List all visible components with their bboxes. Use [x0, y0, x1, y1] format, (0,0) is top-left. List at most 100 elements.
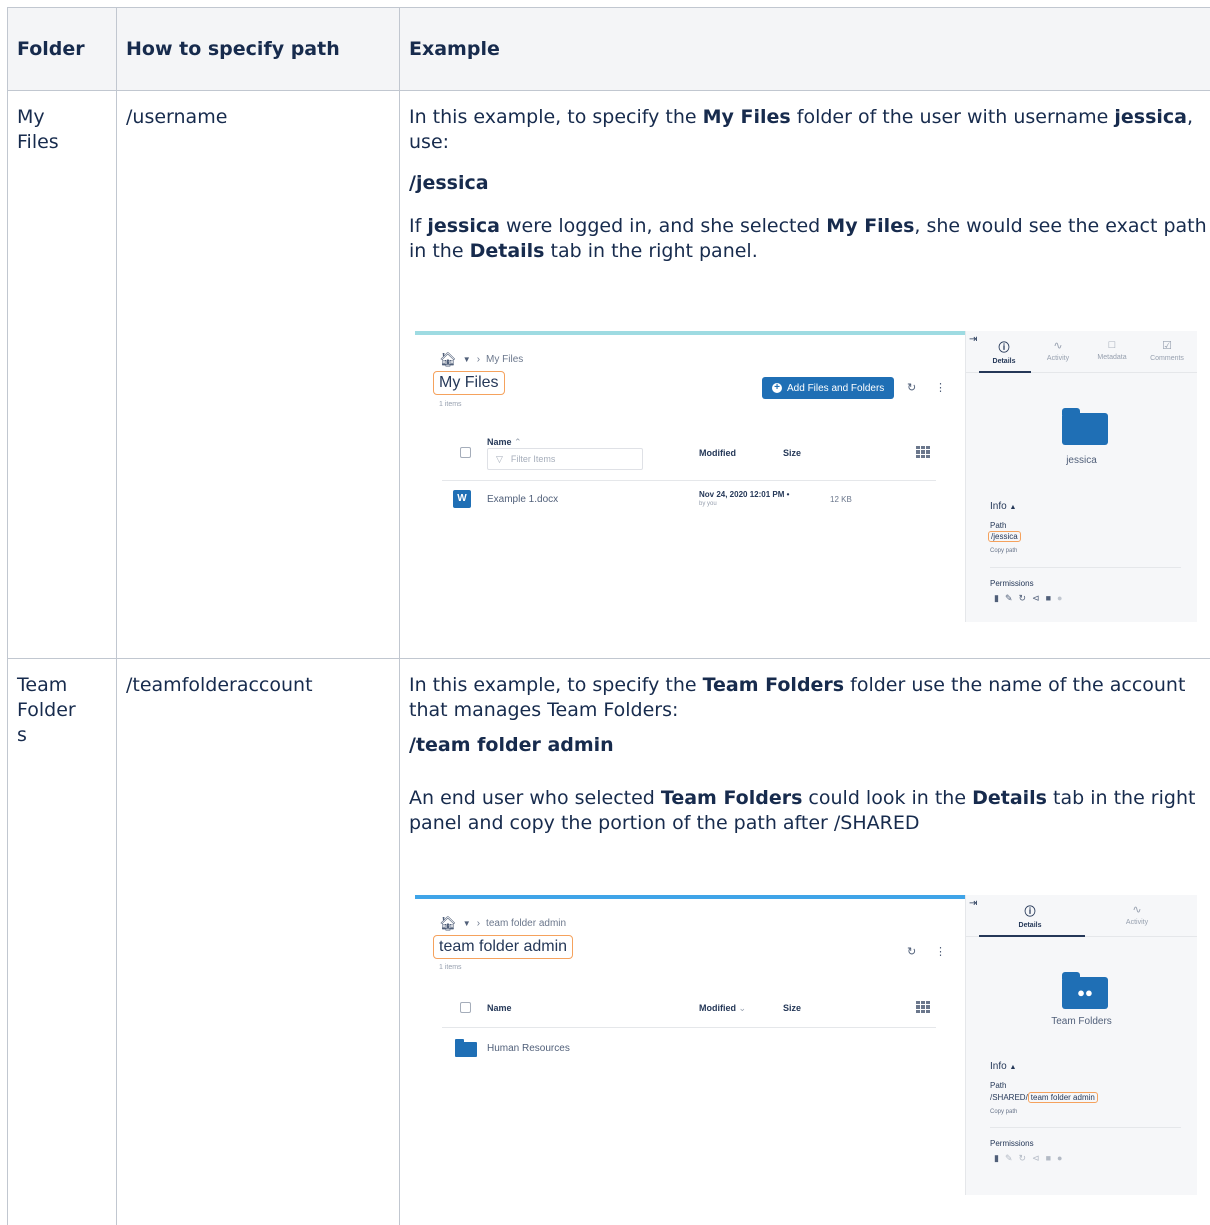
clipboard-icon: □: [1108, 339, 1116, 351]
active-tab-indicator: [979, 935, 1085, 937]
tab-metadata[interactable]: □ Metadata: [1086, 339, 1138, 361]
path-highlight: team folder admin: [1027, 1092, 1098, 1103]
sync-icon: ↻: [1018, 593, 1027, 603]
path-spec-cell: /teamfolderaccount: [116, 658, 400, 1225]
breadcrumb-item[interactable]: My Files: [486, 354, 523, 365]
delete-icon: ■: [1045, 593, 1052, 603]
more-icon[interactable]: ⋮: [935, 381, 946, 394]
grid-view-icon[interactable]: [916, 446, 930, 458]
info-section-toggle[interactable]: Info ▲: [990, 1061, 1016, 1072]
tab-details[interactable]: ⓘ Details: [1004, 903, 1056, 929]
breadcrumb: 🏠︎ ▼ › My Files: [439, 351, 523, 368]
item-name: Team Folders: [1051, 1016, 1112, 1027]
path-prefix: /SHARED/: [990, 1093, 1028, 1102]
folder-cell: Team Folder s: [7, 658, 117, 1225]
column-header-modified[interactable]: Modified ⌄: [699, 1003, 746, 1014]
column-header-name[interactable]: Name: [487, 1003, 512, 1013]
read-icon: ▮: [994, 1153, 999, 1163]
refresh-icon[interactable]: ↻: [907, 945, 916, 958]
page-title: team folder admin: [433, 935, 574, 959]
example-text: In this example, to specify the Team Fol…: [409, 674, 1186, 721]
grid-view-icon[interactable]: [916, 1001, 930, 1013]
team-folder-icon: ●●: [1062, 972, 1108, 1009]
add-files-button[interactable]: + Add Files and Folders: [762, 377, 895, 399]
word-file-icon: W: [453, 490, 471, 508]
info-section-toggle[interactable]: Info ▲: [990, 501, 1016, 512]
file-list-pane: 🏠︎ ▼ › team folder admin team folder adm…: [415, 895, 965, 1195]
edit-icon: ✎: [1004, 1153, 1013, 1163]
activity-icon: ∿: [1053, 340, 1063, 352]
chevron-right-icon: ›: [476, 918, 481, 929]
breadcrumb: 🏠︎ ▼ › team folder admin: [439, 915, 566, 932]
sync-icon: ↻: [1018, 1153, 1027, 1163]
folder-icon: [455, 1039, 477, 1057]
chevron-down-icon[interactable]: ▼: [463, 355, 471, 364]
my-files-screenshot: 🏠︎ ▼ › My Files My Files 1 items + Add F…: [415, 331, 1197, 622]
team-folders-screenshot: 🏠︎ ▼ › team folder admin team folder adm…: [415, 895, 1197, 1195]
info-icon: ⓘ: [1024, 906, 1036, 918]
example-text: An end user who selected Team Folders co…: [409, 787, 1196, 834]
file-list-pane: 🏠︎ ▼ › My Files My Files 1 items + Add F…: [415, 331, 965, 622]
item-count: 1 items: [439, 401, 462, 408]
select-all-checkbox[interactable]: [460, 447, 471, 458]
share-icon: ⊲: [1032, 593, 1040, 603]
refresh-icon[interactable]: ↻: [907, 381, 916, 394]
folder-icon: [1062, 408, 1108, 445]
users-icon: ●●: [1077, 985, 1093, 1000]
file-size: 12 KB: [830, 495, 852, 504]
folder-name[interactable]: Human Resources: [487, 1043, 570, 1054]
path-value: /jessica: [988, 531, 1021, 542]
breadcrumb-item[interactable]: team folder admin: [486, 918, 566, 929]
divider: [442, 1027, 936, 1028]
permission-icons: ▮ ✎ ↻ ⊲ ■ ●: [994, 593, 1062, 604]
page-title: My Files: [433, 371, 505, 395]
header-path-spec: How to specify path: [116, 7, 400, 91]
plus-icon: +: [772, 383, 782, 393]
divider: [442, 480, 936, 481]
path-label: Path: [990, 521, 1007, 530]
delete-icon: ■: [1045, 1153, 1052, 1163]
header-folder: Folder: [7, 7, 117, 91]
select-all-checkbox[interactable]: [460, 1002, 471, 1013]
path-label: Path: [990, 1081, 1007, 1090]
column-header-size[interactable]: Size: [783, 448, 801, 458]
file-modified-by: by you: [699, 501, 717, 507]
permissions-label: Permissions: [990, 579, 1034, 588]
panel-tabs: ⓘ Details ∿ Activity □ Metadata ☑ Comments: [966, 331, 1197, 373]
chevron-right-icon: ›: [476, 354, 481, 365]
filter-input[interactable]: ▽ Filter Items: [487, 448, 643, 470]
item-name: jessica: [1066, 455, 1097, 466]
column-header-modified[interactable]: Modified: [699, 448, 736, 458]
read-icon: ▮: [994, 593, 999, 603]
chevron-down-icon[interactable]: ▼: [463, 919, 471, 928]
details-panel: ⇥ ⓘ Details ∿ Activity ●● Team Folders Inf…: [965, 895, 1197, 1195]
column-header-name[interactable]: Name ⌃: [487, 437, 522, 448]
sort-up-icon: ⌃: [514, 437, 522, 447]
panel-tabs: ⓘ Details ∿ Activity: [966, 895, 1197, 937]
divider: [990, 567, 1181, 568]
caret-up-icon: ▲: [1009, 1064, 1017, 1071]
example-text: In this example, to specify the My Files…: [409, 106, 1194, 153]
divider: [990, 1127, 1181, 1128]
copy-path-link[interactable]: Copy path: [990, 1109, 1017, 1115]
column-header-size[interactable]: Size: [783, 1003, 801, 1013]
accent-bar: [415, 331, 965, 335]
permission-icons: ▮ ✎ ↻ ⊲ ■ ●: [994, 1153, 1062, 1164]
home-icon[interactable]: 🏠︎: [439, 915, 457, 932]
tab-details[interactable]: ⓘ Details: [978, 339, 1030, 365]
info-icon: ⓘ: [998, 342, 1010, 354]
tab-activity[interactable]: ∿ Activity: [1111, 903, 1163, 926]
activity-icon: ∿: [1132, 904, 1142, 916]
bell-icon: ●: [1057, 1153, 1063, 1163]
comment-icon: ☑: [1162, 340, 1172, 352]
add-files-label: Add Files and Folders: [787, 382, 885, 394]
caret-up-icon: ▲: [1009, 504, 1017, 511]
file-name[interactable]: Example 1.docx: [487, 494, 558, 505]
more-icon[interactable]: ⋮: [935, 945, 946, 958]
tab-activity[interactable]: ∿ Activity: [1032, 339, 1084, 362]
permissions-label: Permissions: [990, 1139, 1034, 1148]
edit-icon: ✎: [1004, 593, 1013, 603]
home-icon[interactable]: 🏠︎: [439, 351, 457, 368]
copy-path-link[interactable]: Copy path: [990, 548, 1017, 554]
tab-comments[interactable]: ☑ Comments: [1141, 339, 1193, 362]
